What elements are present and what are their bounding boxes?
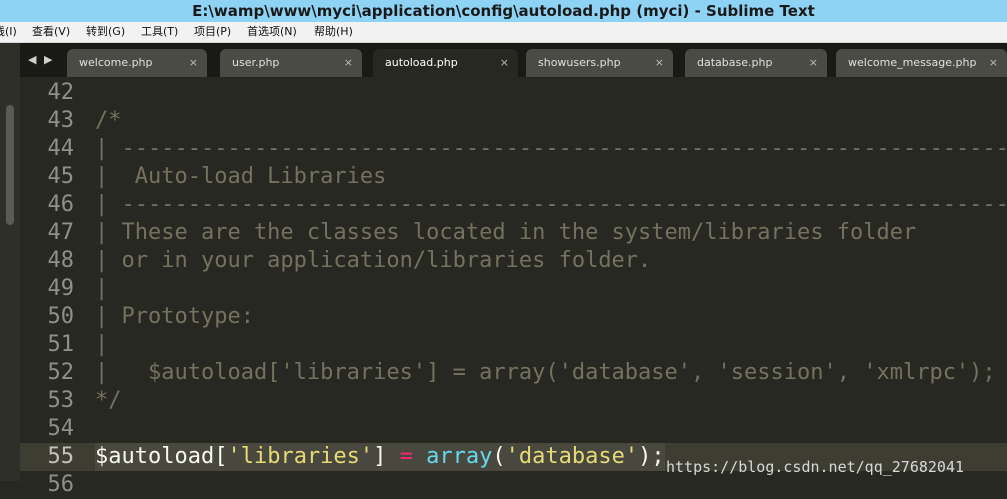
code-line: 51 |	[20, 331, 1007, 359]
side-scrollbar[interactable]	[6, 105, 14, 225]
code-editor[interactable]: 42 43 /* 44 | --------------------------…	[20, 77, 1007, 497]
line-text: | --------------------------------------…	[95, 136, 1007, 161]
line-text: |	[95, 276, 109, 301]
menu-item-view[interactable]: 查看(V)	[32, 22, 70, 42]
tab-label: user.php	[232, 56, 280, 69]
close-icon[interactable]: ×	[809, 49, 818, 77]
side-panel	[0, 43, 20, 481]
line-number: 55	[47, 444, 75, 469]
code-line: 52 | $autoload['libraries'] = array('dat…	[20, 359, 1007, 387]
code-line: 47 | These are the classes located in th…	[20, 219, 1007, 247]
tab-label: welcome.php	[79, 56, 153, 69]
close-icon[interactable]: ×	[189, 49, 198, 77]
menu-item-preferences[interactable]: 首选项(N)	[247, 22, 297, 42]
menu-item-tools[interactable]: 工具(T)	[141, 22, 178, 42]
menu-item-project[interactable]: 项目(P)	[194, 22, 231, 42]
code-line: 48 | or in your application/libraries fo…	[20, 247, 1007, 275]
window-title: E:\wamp\www\myci\application\config\auto…	[0, 0, 1007, 22]
code-line: 42	[20, 79, 1007, 107]
token-punctuation: ]	[373, 444, 400, 469]
line-number: 48	[47, 248, 75, 273]
current-code-line: 55 $autoload['libraries'] = array('datab…	[20, 443, 1007, 476]
line-number: 52	[47, 360, 75, 385]
line-text: | These are the classes located in the s…	[95, 220, 917, 245]
line-number: 45	[47, 164, 75, 189]
code-line: 46 | -----------------------------------…	[20, 191, 1007, 219]
line-number: 43	[47, 108, 75, 133]
menu-item-help[interactable]: 帮助(H)	[314, 22, 353, 42]
tab-label: welcome_message.php	[848, 56, 977, 69]
line-number: 53	[47, 388, 75, 413]
tab-label: showusers.php	[538, 56, 621, 69]
token-function: array	[426, 444, 493, 469]
tab-user[interactable]: user.php ×	[220, 49, 362, 77]
token-operator: =	[399, 444, 413, 469]
line-number: 51	[47, 332, 75, 357]
code-line: 44 | -----------------------------------…	[20, 135, 1007, 163]
code-line: 43 /*	[20, 107, 1007, 135]
line-number: 44	[47, 136, 75, 161]
line-number: 56	[47, 472, 75, 497]
line-text: | Prototype:	[95, 304, 254, 329]
token-variable: $autoload	[95, 444, 215, 469]
line-text: | or in your application/libraries folde…	[95, 248, 652, 273]
code-line: 45 | Auto-load Libraries	[20, 163, 1007, 191]
line-text: | $autoload['libraries'] = array('databa…	[95, 360, 996, 385]
line-number: 47	[47, 220, 75, 245]
menu-item-goto[interactable]: 转到(G)	[86, 22, 125, 42]
tab-label: autoload.php	[385, 56, 458, 69]
line-number: 42	[47, 80, 75, 105]
tab-bar: ◀ ▶ welcome.php × user.php × autoload.ph…	[20, 43, 1007, 77]
code-line: 49 |	[20, 275, 1007, 303]
close-icon[interactable]: ×	[655, 49, 664, 77]
code-line: 50 | Prototype:	[20, 303, 1007, 331]
tab-welcome-message[interactable]: welcome_message.php ×	[836, 49, 1007, 77]
token-punctuation: );	[638, 444, 665, 469]
tab-label: database.php	[697, 56, 773, 69]
menu-bar: 线(I) 查看(V) 转到(G) 工具(T) 项目(P) 首选项(N) 帮助(H…	[0, 22, 1007, 43]
token-string: 'database'	[505, 444, 639, 469]
token-string: 'libraries'	[227, 444, 374, 469]
token-punctuation: (	[492, 444, 506, 469]
tab-autoload[interactable]: autoload.php ×	[373, 49, 518, 77]
line-number: 46	[47, 192, 75, 217]
menu-item-selection[interactable]: 线(I)	[0, 22, 17, 42]
code-line: 53 */	[20, 387, 1007, 415]
line-number: 50	[47, 304, 75, 329]
token-punctuation: [	[214, 444, 228, 469]
code-line: 56	[20, 471, 1007, 499]
line-text: |	[95, 332, 109, 357]
close-icon[interactable]: ×	[344, 49, 353, 77]
code-line: 54	[20, 415, 1007, 443]
close-icon[interactable]: ×	[989, 49, 998, 77]
close-icon[interactable]: ×	[500, 49, 509, 77]
tab-nav-arrows-icon[interactable]: ◀ ▶	[28, 53, 54, 66]
tab-database[interactable]: database.php ×	[685, 49, 827, 77]
line-text: /*	[95, 108, 122, 133]
line-number: 49	[47, 276, 75, 301]
line-number: 54	[47, 416, 75, 441]
selected-code: $autoload['libraries'] = array('database…	[95, 443, 665, 471]
line-text: | Auto-load Libraries	[95, 164, 387, 189]
tab-showusers[interactable]: showusers.php ×	[526, 49, 673, 77]
line-text: | --------------------------------------…	[95, 192, 1007, 217]
tab-welcome[interactable]: welcome.php ×	[67, 49, 207, 77]
line-text: */	[95, 388, 122, 413]
